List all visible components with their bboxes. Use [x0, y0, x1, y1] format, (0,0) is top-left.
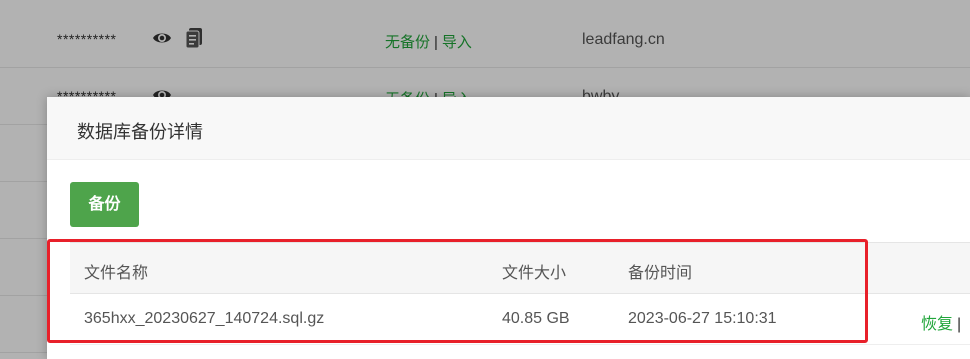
- header-backup-time: 备份时间: [628, 265, 693, 282]
- modal-header: 数据库备份详情: [47, 97, 970, 160]
- table-header: 文件名称 文件大小 备份时间: [70, 242, 970, 294]
- header-file-name: 文件名称: [84, 265, 149, 282]
- table-row: 365hxx_20230627_140724.sql.gz 40.85 GB 2…: [70, 294, 970, 345]
- file-name-cell: 365hxx_20230627_140724.sql.gz: [84, 310, 325, 327]
- backup-button[interactable]: 备份: [70, 182, 139, 227]
- restore-link[interactable]: 恢复: [921, 316, 953, 333]
- backup-details-modal: 数据库备份详情 备份 文件名称 文件大小 备份时间 365hxx_2023062…: [47, 97, 970, 359]
- backup-file-table: 文件名称 文件大小 备份时间 365hxx_20230627_140724.sq…: [70, 242, 970, 345]
- separator: |: [957, 316, 962, 333]
- backup-time-cell: 2023-06-27 15:10:31: [628, 310, 777, 327]
- file-size-cell: 40.85 GB: [502, 310, 570, 327]
- header-file-size: 文件大小: [502, 265, 567, 282]
- modal-title: 数据库备份详情: [77, 122, 203, 142]
- row-operations: 恢复 |: [921, 310, 961, 334]
